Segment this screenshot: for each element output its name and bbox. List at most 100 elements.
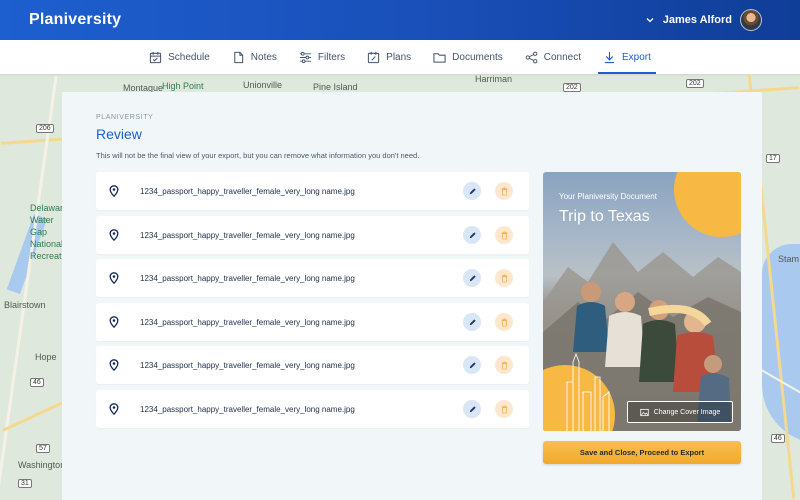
trash-icon	[501, 317, 507, 327]
file-row[interactable]: 1234_passport_happy_traveller_female_ver…	[96, 390, 529, 428]
edit-button[interactable]	[463, 400, 481, 418]
tab-label: Documents	[452, 51, 503, 63]
location-pin-icon	[109, 272, 119, 284]
page-description: This will not be the final view of your …	[96, 151, 420, 160]
cover-title: Trip to Texas	[559, 208, 650, 225]
file-name: 1234_passport_happy_traveller_female_ver…	[140, 230, 355, 240]
city-skyline-icon	[566, 352, 610, 431]
page-title: Review	[96, 126, 142, 142]
tab-schedule[interactable]: Schedule	[138, 40, 221, 74]
route-shield: 46	[30, 378, 44, 387]
user-name[interactable]: James Alford	[663, 14, 732, 26]
tab-filters[interactable]: Filters	[288, 40, 356, 74]
map-label: Pine Island	[313, 82, 358, 92]
tab-label: Plans	[386, 51, 412, 63]
pencil-icon	[469, 361, 476, 368]
file-name: 1234_passport_happy_traveller_female_ver…	[140, 317, 355, 327]
pencil-icon	[469, 274, 476, 281]
pencil-icon	[469, 187, 476, 194]
map-label: Hope	[35, 352, 57, 362]
tab-documents[interactable]: Documents	[422, 40, 514, 74]
tab-label: Export	[622, 51, 651, 63]
route-shield: 31	[18, 479, 32, 488]
main-nav: Schedule Notes Filters Plans Documents C…	[0, 40, 800, 74]
pencil-icon	[469, 231, 476, 238]
location-pin-icon	[109, 229, 119, 241]
route-shield: 202	[686, 79, 704, 88]
change-cover-image-button[interactable]: Change Cover Image	[627, 401, 733, 423]
edit-button[interactable]	[463, 269, 481, 287]
file-name: 1234_passport_happy_traveller_female_ver…	[140, 404, 355, 414]
tab-notes[interactable]: Notes	[221, 40, 288, 74]
location-pin-icon	[109, 359, 119, 371]
delete-button[interactable]	[495, 182, 513, 200]
cover-card: Your Planiversity Document Trip to Texas…	[543, 172, 741, 431]
review-panel: PLANIVERSITY Review This will not be the…	[62, 92, 762, 500]
tab-label: Schedule	[168, 51, 210, 63]
tab-label: Filters	[317, 51, 346, 63]
map-label: Stam	[778, 254, 800, 264]
plans-icon	[368, 51, 380, 63]
pencil-icon	[469, 405, 476, 412]
cover-subtitle: Your Planiversity Document	[559, 192, 657, 201]
change-cover-label: Change Cover Image	[653, 408, 721, 416]
save-and-export-button[interactable]: Save and Close, Proceed to Export	[543, 441, 741, 464]
route-shield: 202	[563, 83, 581, 92]
trash-icon	[501, 273, 507, 283]
map-label: Delaware Water Gap National Recreation	[30, 203, 74, 261]
delete-button[interactable]	[495, 356, 513, 374]
map-label: High Point	[162, 81, 204, 91]
edit-button[interactable]	[463, 313, 481, 331]
user-menu[interactable]: James Alford	[645, 9, 762, 31]
edit-button[interactable]	[463, 226, 481, 244]
file-row[interactable]: 1234_passport_happy_traveller_female_ver…	[96, 172, 529, 210]
map-label: Unionville	[243, 80, 283, 90]
route-shield: 206	[36, 124, 54, 133]
app-logo[interactable]: Planiversity	[29, 11, 121, 29]
file-name: 1234_passport_happy_traveller_female_ver…	[140, 360, 355, 370]
file-name: 1234_passport_happy_traveller_female_ver…	[140, 273, 355, 283]
trash-icon	[501, 186, 507, 196]
tab-export[interactable]: Export	[592, 40, 662, 74]
note-icon	[234, 51, 243, 63]
route-shield: 46	[771, 434, 785, 443]
map-label: Harriman	[475, 74, 513, 84]
delete-button[interactable]	[495, 313, 513, 331]
download-icon	[604, 51, 615, 63]
trash-icon	[501, 230, 507, 240]
tab-connect[interactable]: Connect	[514, 40, 592, 74]
delete-button[interactable]	[495, 269, 513, 287]
map-label: Washington	[18, 460, 66, 470]
file-name: 1234_passport_happy_traveller_female_ver…	[140, 186, 355, 196]
map-road	[2, 399, 68, 432]
file-row[interactable]: 1234_passport_happy_traveller_female_ver…	[96, 303, 529, 341]
top-header: Planiversity James Alford	[0, 0, 800, 40]
delete-button[interactable]	[495, 226, 513, 244]
tab-label: Notes	[250, 51, 277, 63]
map-label: Blairstown	[4, 300, 46, 310]
chevron-down-icon[interactable]	[645, 15, 655, 25]
file-row[interactable]: 1234_passport_happy_traveller_female_ver…	[96, 216, 529, 254]
edit-button[interactable]	[463, 182, 481, 200]
route-shield: 57	[36, 444, 50, 453]
location-pin-icon	[109, 403, 119, 415]
panel-eyebrow: PLANIVERSITY	[96, 114, 154, 121]
trash-icon	[501, 360, 507, 370]
calendar-icon	[149, 51, 162, 63]
location-pin-icon	[109, 316, 119, 328]
image-icon	[640, 408, 649, 416]
delete-button[interactable]	[495, 400, 513, 418]
tab-plans[interactable]: Plans	[356, 40, 422, 74]
trash-icon	[501, 404, 507, 414]
file-row[interactable]: 1234_passport_happy_traveller_female_ver…	[96, 259, 529, 297]
share-icon	[525, 51, 538, 63]
folder-icon	[433, 52, 446, 63]
file-row[interactable]: 1234_passport_happy_traveller_female_ver…	[96, 346, 529, 384]
location-pin-icon	[109, 185, 119, 197]
route-shield: 17	[766, 154, 780, 163]
pencil-icon	[469, 318, 476, 325]
sliders-icon	[299, 51, 311, 63]
edit-button[interactable]	[463, 356, 481, 374]
tab-label: Connect	[543, 51, 581, 63]
avatar[interactable]	[740, 9, 762, 31]
